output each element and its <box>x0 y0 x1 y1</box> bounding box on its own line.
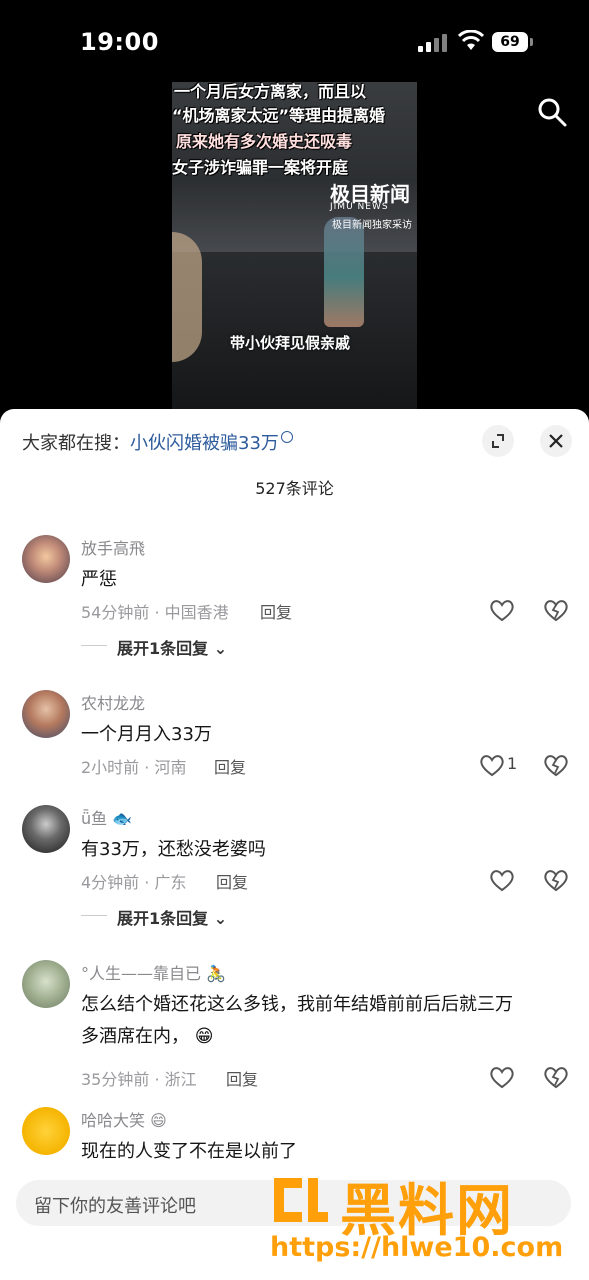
cellular-signal-icon <box>418 32 448 52</box>
video-caption-1: 一个月后女方离家，而且以 <box>174 82 367 101</box>
avatar[interactable] <box>22 690 70 738</box>
expand-replies[interactable]: 展开1条回复 ⌄ <box>117 905 227 929</box>
expand-divider <box>81 915 107 916</box>
reply-button[interactable]: 回复 <box>226 1066 258 1090</box>
expand-button[interactable] <box>482 425 514 457</box>
hot-search[interactable]: 大家都在搜：小伙闪婚被骗33万 <box>22 429 293 455</box>
reply-button[interactable]: 回复 <box>260 599 292 623</box>
broken-heart-icon[interactable] <box>542 867 570 893</box>
video-figure-left <box>172 232 202 362</box>
video-floor <box>172 252 417 410</box>
comment-count: 527条评论 <box>255 479 334 498</box>
smile-emoji-icon: 😄 <box>150 1111 167 1130</box>
hot-search-keyword[interactable]: 小伙闪婚被骗33万 <box>130 433 279 454</box>
expand-divider <box>81 645 107 646</box>
chevron-down-icon: ⌄ <box>208 909 228 928</box>
comment-meta: 4分钟前 · 广东 <box>81 873 187 892</box>
reply-button[interactable]: 回复 <box>214 754 246 778</box>
search-icon <box>280 431 293 443</box>
comment-username[interactable]: 哈哈大笑 😄 <box>81 1107 167 1131</box>
comment-meta: 35分钟前 · 浙江 <box>81 1070 197 1089</box>
comment-username[interactable]: 放手高飛 <box>81 535 145 559</box>
expand-icon <box>492 434 504 448</box>
comment-meta: 2小时前 · 河南 <box>81 758 187 777</box>
comment-text: 有33万，还愁没老婆吗 <box>81 839 266 860</box>
comment-text: 一个月月入33万 <box>81 724 212 745</box>
video-caption-4: 女子涉诈骗罪一案将开庭 <box>172 158 349 177</box>
watermark-logo-icon <box>274 1178 328 1222</box>
comment-text: 怎么结个婚还花这么多钱，我前年结婚前前后后就三万 <box>81 994 513 1015</box>
wifi-icon <box>458 30 484 50</box>
comment-username[interactable]: ǖ鱼 🐟 <box>81 805 132 829</box>
broken-heart-icon[interactable] <box>542 752 570 778</box>
hot-search-prefix: 大家都在搜： <box>22 433 130 454</box>
battery-indicator: 69 <box>492 32 528 52</box>
like-count: 1 <box>507 754 518 773</box>
broken-heart-icon[interactable] <box>542 1064 570 1090</box>
avatar[interactable] <box>22 805 70 853</box>
fish-icon: 🐟 <box>112 809 133 828</box>
avatar[interactable] <box>22 1107 70 1155</box>
comment-username[interactable]: 农村龙龙 <box>81 690 145 714</box>
comment-input-placeholder: 留下你的友善评论吧 <box>34 1196 196 1217</box>
reply-button[interactable]: 回复 <box>216 869 248 893</box>
status-time: 19:00 <box>80 28 159 56</box>
grin-emoji-icon: 😁 <box>194 1026 214 1047</box>
watermark: 黑料网 https://hlwe10.com <box>268 1166 583 1276</box>
comment-username-text: 哈哈大笑 <box>81 1111 146 1130</box>
video-caption-3: 原来她有多次婚史还吸毒 <box>176 132 353 151</box>
comment-meta: 54分钟前 · 中国香港 <box>81 603 229 622</box>
comment-text-continuation: 多酒席在内， <box>81 1026 189 1047</box>
heart-icon[interactable] <box>478 752 506 778</box>
comment-text: 现在的人变了不在是以前了 <box>81 1141 297 1162</box>
comment-text-line2: 多酒席在内， 😁 <box>81 1022 214 1048</box>
video-figure <box>324 217 364 327</box>
video-caption-2: “机场离家太远”等理由提离婚 <box>172 106 386 125</box>
close-button[interactable] <box>540 425 572 457</box>
expand-replies-label: 展开1条回复 <box>117 639 209 658</box>
comment-username[interactable]: °人生——靠自已 🚴 <box>81 960 226 984</box>
expand-replies-label: 展开1条回复 <box>117 909 209 928</box>
watermark-url: https://hlwe10.com <box>270 1232 564 1263</box>
broken-heart-icon[interactable] <box>542 597 570 623</box>
chevron-down-icon: ⌄ <box>208 639 228 658</box>
avatar[interactable] <box>22 535 70 583</box>
cyclist-icon: 🚴 <box>206 964 227 983</box>
comment-sheet: 大家都在搜：小伙闪婚被骗33万 527条评论 放手高飛 严惩 54分钟前 · 中… <box>0 409 589 1280</box>
heart-icon[interactable] <box>488 867 516 893</box>
comment-username-text: ǖ鱼 <box>81 809 108 828</box>
battery-tip <box>530 38 533 46</box>
news-logo-sub: JIMU NEWS <box>330 202 389 212</box>
avatar[interactable] <box>22 960 70 1008</box>
heart-icon[interactable] <box>488 1064 516 1090</box>
news-credit: 极目新闻独家采访 <box>332 220 412 231</box>
close-icon <box>549 434 563 448</box>
status-bar: 19:00 69 <box>0 0 589 86</box>
video-subtitle: 带小伙拜见假亲戚 <box>230 334 351 352</box>
video-player[interactable]: 一个月后女方离家，而且以 “机场离家太远”等理由提离婚 原来她有多次婚史还吸毒 … <box>172 82 417 410</box>
search-icon[interactable] <box>536 96 568 128</box>
expand-replies[interactable]: 展开1条回复 ⌄ <box>117 635 227 659</box>
comment-username-text: °人生——靠自已 <box>81 964 202 983</box>
comment-text: 严惩 <box>81 569 117 590</box>
heart-icon[interactable] <box>488 597 516 623</box>
